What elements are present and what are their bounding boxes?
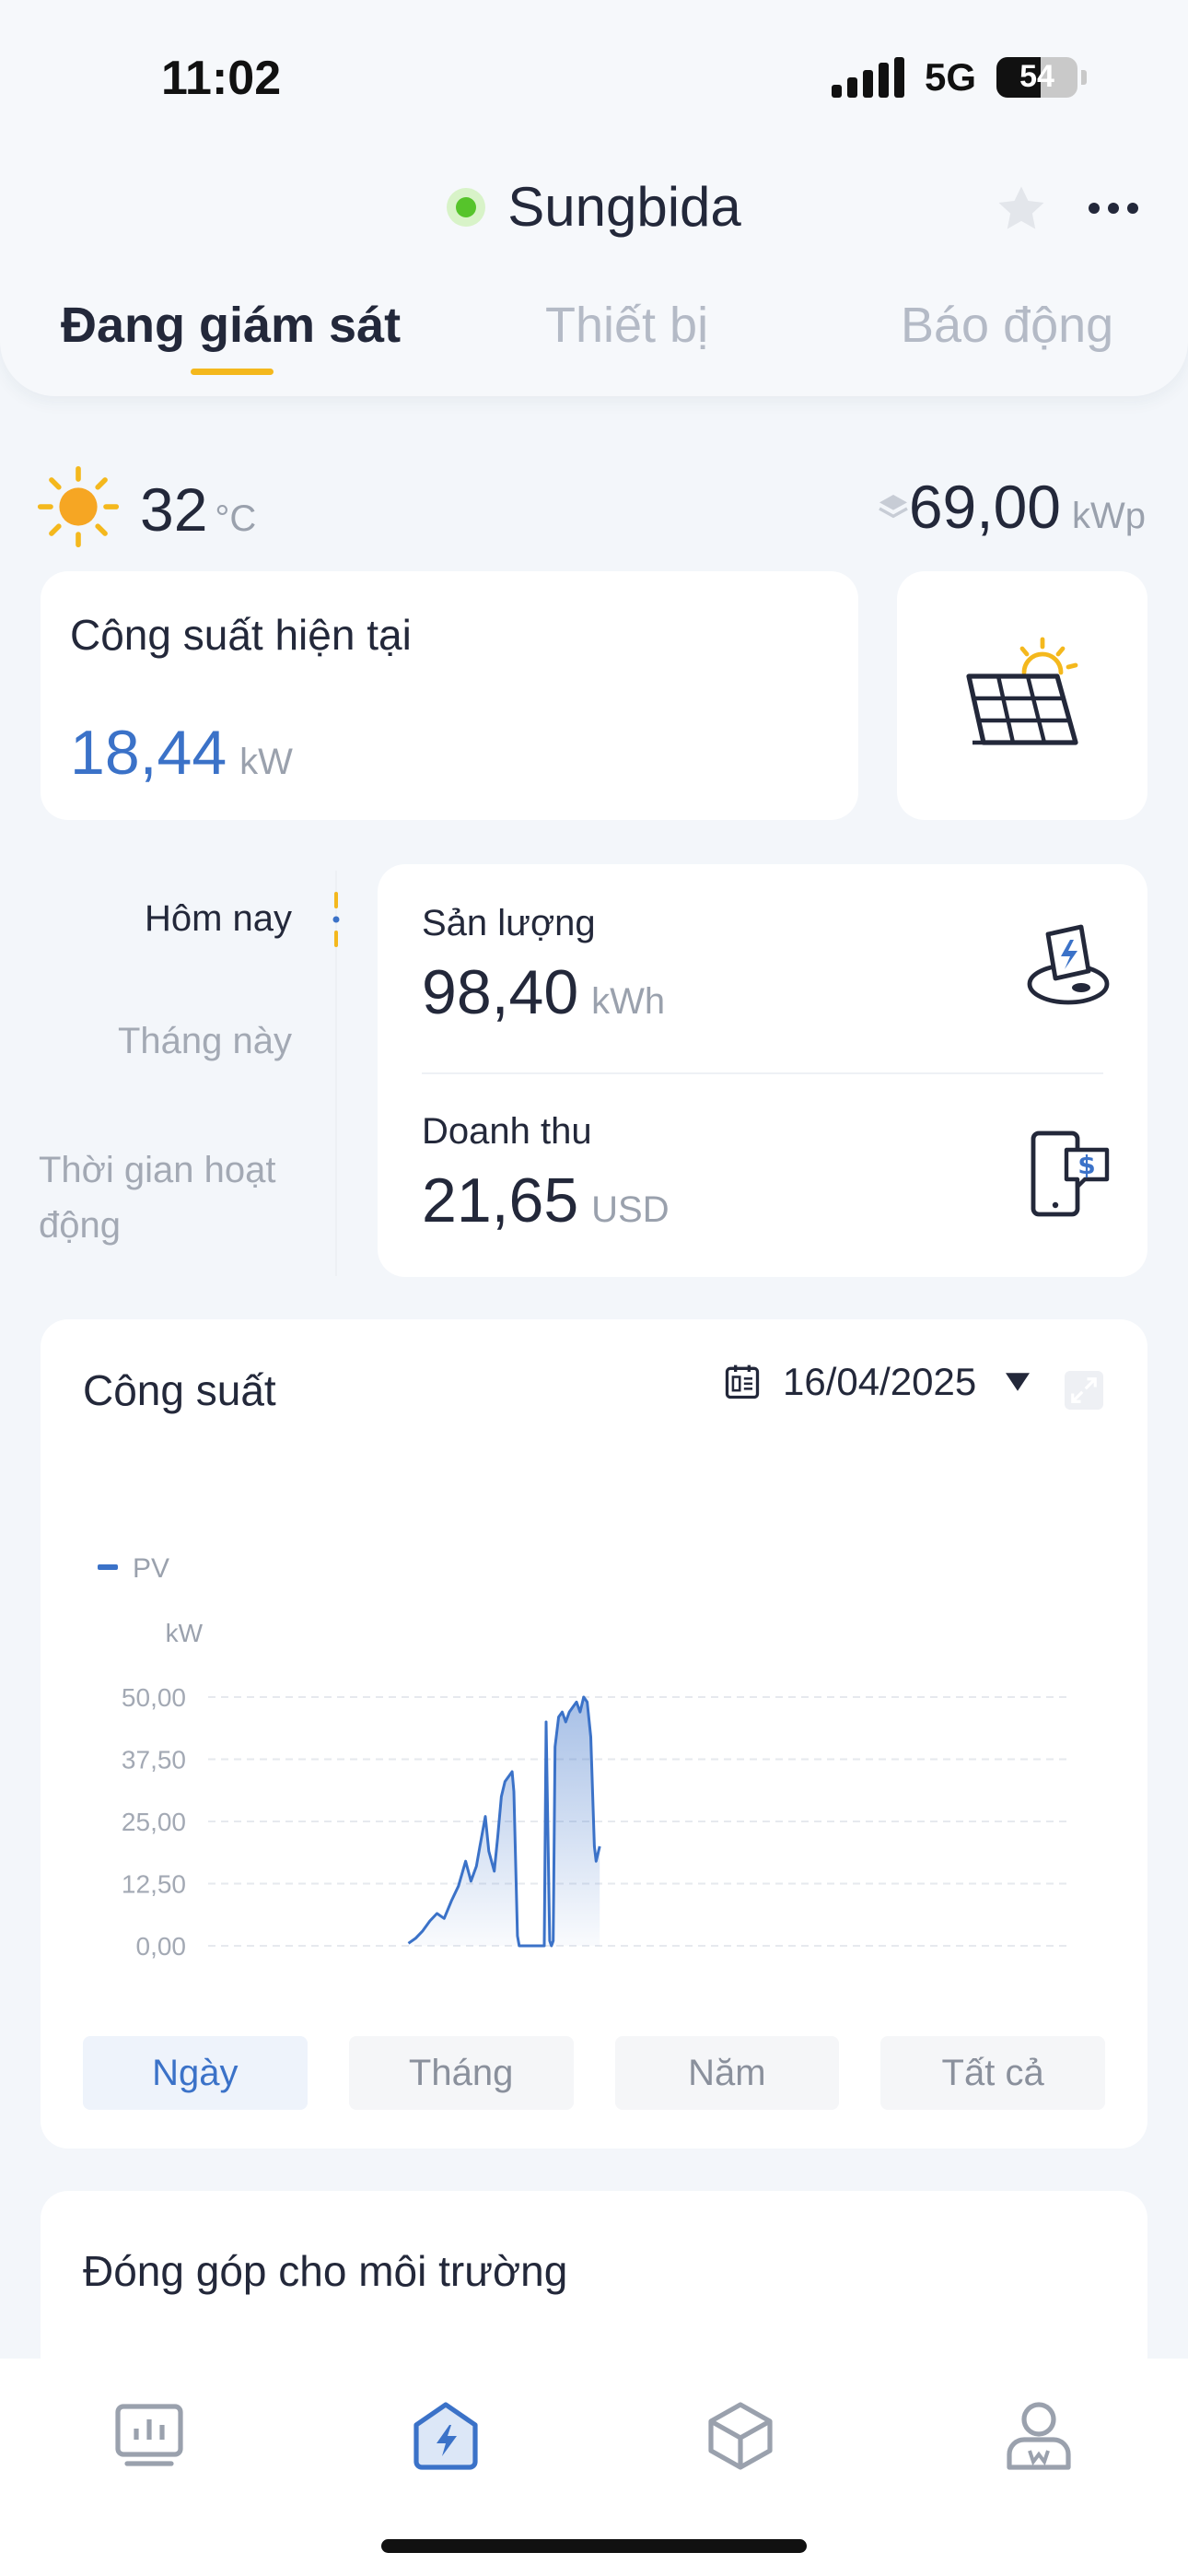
solar-panel-card[interactable] bbox=[897, 571, 1147, 820]
segment-month[interactable]: Tháng bbox=[348, 2036, 574, 2110]
revenue-value: 21,65 bbox=[422, 1165, 579, 1235]
period-active-marker bbox=[332, 892, 340, 947]
favorite-star-icon[interactable] bbox=[993, 181, 1050, 238]
status-time: 11:02 bbox=[161, 52, 282, 105]
main-tabs: Đang giám sát Thiết bị Báo động bbox=[0, 297, 1188, 370]
stats-divider bbox=[422, 1072, 1103, 1074]
y-tick-label: 37,50 bbox=[122, 1746, 186, 1774]
device-icon[interactable] bbox=[704, 2399, 777, 2473]
online-status-icon bbox=[447, 187, 486, 227]
solar-panel-icon bbox=[966, 637, 1078, 745]
tab-monitoring[interactable]: Đang giám sát bbox=[61, 297, 401, 354]
segment-day[interactable]: Ngày bbox=[83, 2036, 308, 2110]
capacity-unit: kWp bbox=[1072, 496, 1146, 536]
revenue-phone-icon: $ bbox=[1031, 1130, 1110, 1217]
current-power-card: Công suất hiện tại 18,44 kW bbox=[41, 571, 858, 820]
y-tick-label: 12,50 bbox=[122, 1870, 186, 1899]
overview-icon[interactable] bbox=[112, 2399, 186, 2473]
y-tick-label: 25,00 bbox=[122, 1808, 186, 1836]
battery-icon: 54 bbox=[996, 57, 1077, 98]
period-operating-time[interactable]: Thời gian hoạt động bbox=[39, 1142, 315, 1253]
period-operating-time-line2: động bbox=[39, 1205, 121, 1246]
stats-card: Sản lượng 98,40 kWh Doanh thu 21,65 USD $ bbox=[378, 864, 1147, 1277]
site-name[interactable]: Sungbida bbox=[507, 175, 741, 239]
plant-icon[interactable] bbox=[409, 2399, 483, 2473]
legend-label-pv: PV bbox=[133, 1553, 169, 1584]
revenue-label: Doanh thu bbox=[422, 1111, 592, 1152]
battery-level: 54 bbox=[1019, 59, 1054, 94]
more-options-icon[interactable] bbox=[1089, 203, 1138, 214]
environment-title: Đóng góp cho môi trường bbox=[83, 2247, 568, 2295]
yield: 98,40 kWh bbox=[422, 956, 665, 1028]
yield-value: 98,40 bbox=[422, 957, 579, 1027]
layers-icon bbox=[879, 495, 908, 519]
revenue-unit: USD bbox=[591, 1189, 670, 1230]
expand-icon[interactable] bbox=[1065, 1371, 1103, 1410]
svg-text:$: $ bbox=[1077, 1150, 1095, 1180]
segment-all[interactable]: Tất cả bbox=[880, 2036, 1105, 2110]
temperature: 32 °C bbox=[140, 474, 256, 544]
yield-label: Sản lượng bbox=[422, 903, 596, 943]
calendar-icon bbox=[725, 1364, 760, 1399]
caret-down-icon bbox=[1006, 1373, 1031, 1391]
installed-capacity: 69,00 kWp bbox=[909, 472, 1146, 542]
y-tick-label: 50,00 bbox=[122, 1683, 186, 1712]
status-indicators: 5G 54 bbox=[831, 55, 1087, 100]
yield-unit: kWh bbox=[591, 981, 666, 1022]
current-power: 18,44 kW bbox=[70, 717, 293, 789]
current-power-value: 18,44 bbox=[70, 718, 227, 788]
current-power-label: Công suất hiện tại bbox=[70, 611, 412, 659]
y-tick-label: 0,00 bbox=[136, 1932, 187, 1961]
selected-date: 16/04/2025 bbox=[783, 1360, 977, 1403]
chart-title: Công suất bbox=[83, 1366, 276, 1414]
legend-swatch-pv bbox=[98, 1564, 118, 1570]
signal-icon bbox=[831, 57, 904, 98]
temperature-value: 32 bbox=[140, 475, 208, 544]
period-operating-time-line1: Thời gian hoạt bbox=[39, 1150, 276, 1190]
series-area-pv bbox=[408, 1697, 600, 1946]
time-range-segments: Ngày Tháng Năm Tất cả bbox=[83, 2036, 1105, 2110]
date-picker[interactable]: 16/04/2025 bbox=[722, 1360, 1031, 1404]
capacity-value: 69,00 bbox=[908, 473, 1061, 541]
period-today[interactable]: Hôm nay bbox=[145, 898, 292, 940]
power-chart: PVkW 0,0012,5025,0037,5050,00 0246810121… bbox=[98, 1553, 1066, 1961]
revenue: 21,65 USD bbox=[422, 1165, 670, 1236]
energy-yield-icon bbox=[1027, 924, 1110, 1005]
y-axis-unit: kW bbox=[166, 1619, 204, 1647]
active-tab-indicator bbox=[191, 369, 274, 375]
temperature-unit: °C bbox=[215, 498, 257, 539]
current-power-unit: kW bbox=[239, 742, 293, 782]
profile-icon[interactable] bbox=[1002, 2399, 1076, 2473]
tab-devices[interactable]: Thiết bị bbox=[545, 297, 708, 354]
tab-alarms[interactable]: Báo động bbox=[901, 297, 1113, 354]
sun-icon bbox=[37, 465, 120, 548]
power-chart-card: Công suất 16/04/2025 PV kW 0,00 12,50 25,00… bbox=[41, 1319, 1147, 2149]
segment-year[interactable]: Năm bbox=[614, 2036, 840, 2110]
network-label: 5G bbox=[924, 55, 976, 99]
period-this-month[interactable]: Tháng này bbox=[118, 1021, 292, 1062]
home-indicator bbox=[381, 2539, 807, 2553]
